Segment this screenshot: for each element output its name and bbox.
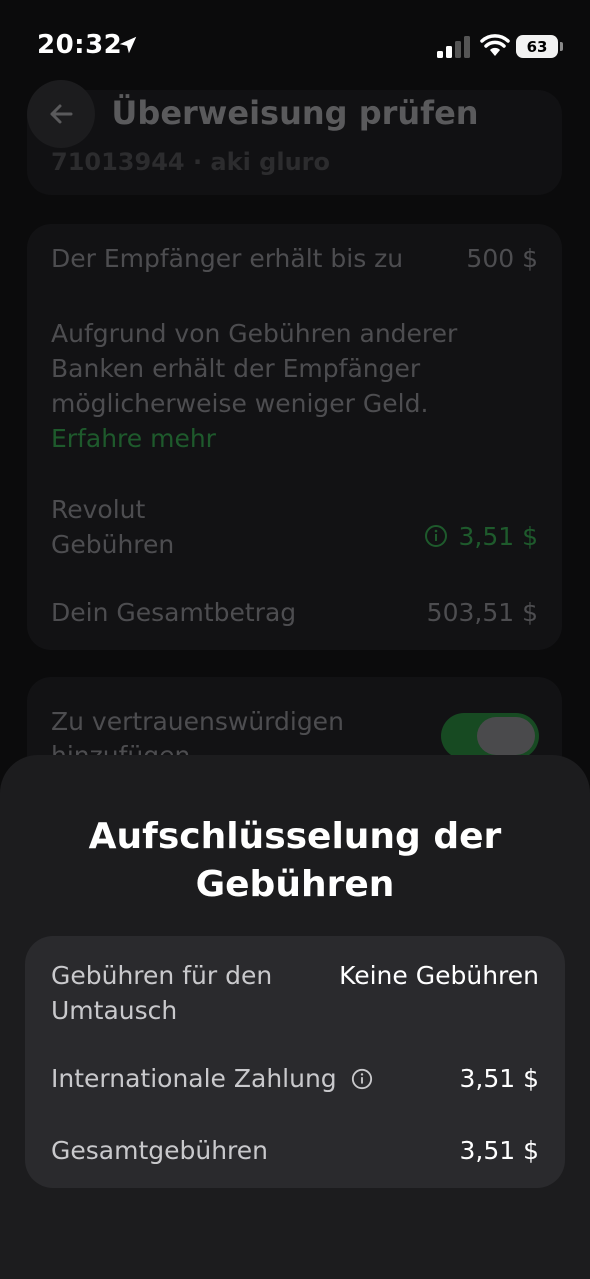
recipient-amount-label: Der Empfänger erhält bis zu <box>51 244 404 273</box>
recipient-amount-row: Der Empfänger erhält bis zu 500 $ <box>51 244 538 273</box>
cellular-signal-icon <box>437 36 470 58</box>
international-payment-value: 3,51 $ <box>459 1064 539 1093</box>
trust-toggle[interactable] <box>441 713 539 759</box>
revolut-fees-row[interactable]: Revolut Gebühren 3,51 $ <box>51 492 538 562</box>
total-fees-value: 3,51 $ <box>459 1136 539 1165</box>
total-value: 503,51 $ <box>426 598 538 627</box>
international-payment-label: Internationale Zahlung <box>51 1064 337 1093</box>
wifi-icon <box>480 34 510 56</box>
revolut-fees-value-wrap: 3,51 $ <box>424 510 538 562</box>
fee-note: Aufgrund von Gebühren anderer Banken erh… <box>51 316 511 456</box>
sheet-title: Aufschlüsselung der Gebühren <box>88 816 502 905</box>
fee-note-text: Aufgrund von Gebühren anderer Banken erh… <box>51 319 458 418</box>
info-icon[interactable] <box>351 1068 373 1090</box>
status-time: 20:32 <box>37 30 123 60</box>
fee-breakdown-sheet: Aufschlüsselung der Gebühren Gebühren fü… <box>0 755 590 1279</box>
revolut-fees-label: Revolut Gebühren <box>51 495 175 559</box>
total-fees-row: Gesamtgebühren 3,51 $ <box>51 1136 539 1165</box>
total-fees-label: Gesamtgebühren <box>51 1136 269 1165</box>
international-payment-label-wrap: Internationale Zahlung <box>51 1064 373 1093</box>
battery-icon: 63 <box>516 35 563 58</box>
battery-level: 63 <box>526 37 548 56</box>
total-label: Dein Gesamtbetrag <box>51 598 297 627</box>
recipient-amount-value: 500 $ <box>466 244 538 273</box>
page-title: Überweisung prüfen <box>111 94 479 132</box>
status-bar: 20:32 63 <box>0 0 590 95</box>
learn-more-link[interactable]: Erfahre mehr <box>51 421 511 456</box>
total-row: Dein Gesamtbetrag 503,51 $ <box>51 598 538 627</box>
screen: 20:32 63 71013944 · aki gluro Überweisun… <box>0 0 590 1279</box>
toggle-knob <box>477 717 535 755</box>
exchange-fee-row: Gebühren für den Umtausch Keine Gebühren <box>51 958 539 1028</box>
exchange-fee-label: Gebühren für den Umtausch <box>51 961 273 1025</box>
fee-breakdown-card: Gebühren für den Umtausch Keine Gebühren… <box>25 936 565 1188</box>
location-arrow-icon <box>119 36 137 54</box>
info-icon <box>425 525 448 547</box>
exchange-fee-value: Keine Gebühren <box>339 961 539 990</box>
international-payment-row[interactable]: Internationale Zahlung 3,51 $ <box>51 1064 539 1093</box>
revolut-fees-value: 3,51 $ <box>458 521 538 551</box>
summary-card: Der Empfänger erhält bis zu 500 $ Aufgru… <box>27 224 562 650</box>
recipient-card-text: 71013944 · aki gluro <box>51 148 330 176</box>
